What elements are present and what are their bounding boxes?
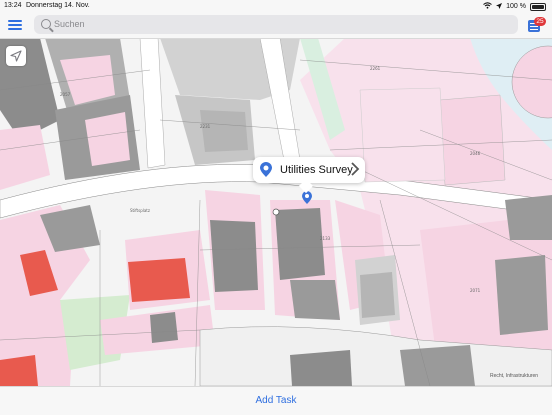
hamburger-icon (8, 20, 22, 22)
search-placeholder: Suchen (54, 19, 85, 29)
status-bar: 13:24 Donnerstag 14. Nov. 100 % (0, 0, 552, 12)
status-date: Donnerstag 14. Nov. (26, 2, 90, 9)
svg-text:2046: 2046 (470, 151, 481, 156)
selected-location-pin-icon[interactable] (301, 191, 313, 205)
search-icon (41, 19, 51, 29)
status-indicators: 100 % (483, 2, 546, 11)
svg-text:2133: 2133 (320, 236, 331, 241)
location-arrow-icon (10, 50, 22, 62)
map-callout[interactable]: Utilities Survey (253, 157, 365, 194)
svg-text:2057: 2057 (60, 92, 71, 97)
map-attribution: Recht, Infrastrukturen (490, 373, 539, 379)
locate-me-button[interactable] (6, 46, 26, 66)
map-pin-icon (260, 162, 272, 177)
bottom-toolbar: Add Task (0, 386, 552, 415)
task-count-badge: 25 (534, 17, 546, 26)
battery-icon (530, 2, 546, 11)
task-list-button[interactable]: 25 (526, 17, 546, 34)
svg-text:2071: 2071 (470, 288, 481, 293)
battery-percent: 100 % (506, 3, 526, 10)
cadastral-map: Stiftsplatz 2057 2231 2261 2046 2133 2071 (0, 38, 552, 386)
svg-text:2231: 2231 (200, 124, 211, 129)
status-time: 13:24 (4, 2, 22, 9)
chevron-right-icon[interactable] (350, 162, 360, 176)
search-input[interactable]: Suchen (34, 15, 518, 34)
street-label-stiftsplatz: Stiftsplatz (130, 208, 150, 213)
map-view[interactable]: Stiftsplatz 2057 2231 2261 2046 2133 2071 (0, 38, 552, 386)
menu-button[interactable] (8, 18, 22, 30)
callout-title: Utilities Survey (280, 164, 353, 176)
hamburger-icon-line (8, 28, 22, 30)
hamburger-icon-line (8, 24, 22, 26)
svg-text:2261: 2261 (370, 66, 381, 71)
location-arrow-icon (496, 2, 503, 11)
wifi-icon (483, 2, 492, 11)
top-toolbar: Suchen 25 (0, 12, 552, 39)
add-task-button[interactable]: Add Task (0, 395, 552, 406)
